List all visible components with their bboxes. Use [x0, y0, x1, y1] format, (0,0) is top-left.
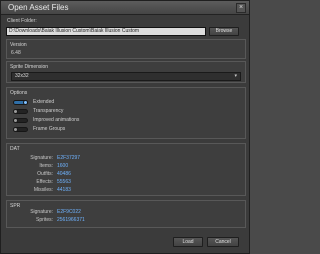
dat-outfits-value: 40486 — [57, 171, 71, 177]
dat-signature-key: Signature: — [30, 155, 53, 161]
load-button[interactable]: Load — [173, 237, 203, 247]
spr-panel: SPR Signature: E2F9C022 Sprites: 2561966… — [6, 200, 246, 228]
close-button[interactable]: × — [236, 3, 246, 13]
extended-label: Extended — [33, 99, 55, 105]
toggle-knob — [13, 127, 18, 132]
dialog-title: Open Asset Files — [8, 3, 69, 12]
spr-sprites-value: 2561966371 — [57, 217, 85, 223]
client-folder-input[interactable]: D:\Downloads\Baiak Illusion Custom\Baiak… — [6, 27, 206, 36]
options-label: Options — [10, 90, 28, 96]
close-icon: × — [238, 4, 244, 11]
dat-outfits-key: Outfits: — [37, 171, 53, 177]
improved-animations-label: Improved animations — [33, 117, 80, 123]
toggle-knob — [13, 118, 18, 123]
options-panel: Options Extended Transparency Improved a… — [6, 87, 246, 139]
version-label: Version — [10, 42, 27, 48]
sprite-dimension-value: 32x32 — [15, 73, 29, 79]
client-folder-label: Client Folder: — [7, 18, 37, 24]
dat-missiles-key: Missiles: — [33, 187, 53, 193]
spr-signature-key: Signature: — [30, 209, 53, 215]
browse-button[interactable]: Browse — [209, 27, 239, 36]
transparency-label: Transparency — [33, 108, 64, 114]
dat-items-value: 1600 — [57, 163, 69, 169]
transparency-toggle[interactable] — [13, 109, 28, 114]
dat-signature-value: E2F37297 — [57, 155, 81, 161]
dat-missiles-value: 44183 — [57, 187, 71, 193]
frame-groups-toggle[interactable] — [13, 127, 28, 132]
improved-animations-toggle[interactable] — [13, 118, 28, 123]
title-bar[interactable]: Open Asset Files × — [1, 1, 249, 15]
version-value[interactable]: 6.48 — [11, 50, 21, 56]
open-asset-files-dialog: Open Asset Files × Client Folder: D:\Dow… — [0, 0, 250, 254]
sprite-dimension-panel: Sprite Dimension 32x32 ▾ — [6, 61, 246, 83]
dat-items-key: Items: — [39, 163, 53, 169]
version-panel: Version 6.48 — [6, 39, 246, 59]
spr-sprites-key: Sprites: — [36, 217, 53, 223]
toggle-knob — [23, 100, 28, 105]
sprite-dimension-select[interactable]: 32x32 ▾ — [11, 72, 241, 81]
dat-effects-key: Effects: — [36, 179, 53, 185]
dat-label: DAT — [10, 146, 20, 152]
dat-effects-value: 55563 — [57, 179, 71, 185]
cancel-button[interactable]: Cancel — [207, 237, 239, 247]
dat-panel: DAT Signature: E2F37297 Items: 1600 Outf… — [6, 143, 246, 196]
frame-groups-label: Frame Groups — [33, 126, 66, 132]
sprite-dimension-label: Sprite Dimension — [10, 64, 49, 70]
chevron-down-icon: ▾ — [234, 73, 237, 79]
spr-signature-value: E2F9C022 — [57, 209, 81, 215]
extended-toggle[interactable] — [13, 100, 28, 105]
toggle-knob — [13, 109, 18, 114]
